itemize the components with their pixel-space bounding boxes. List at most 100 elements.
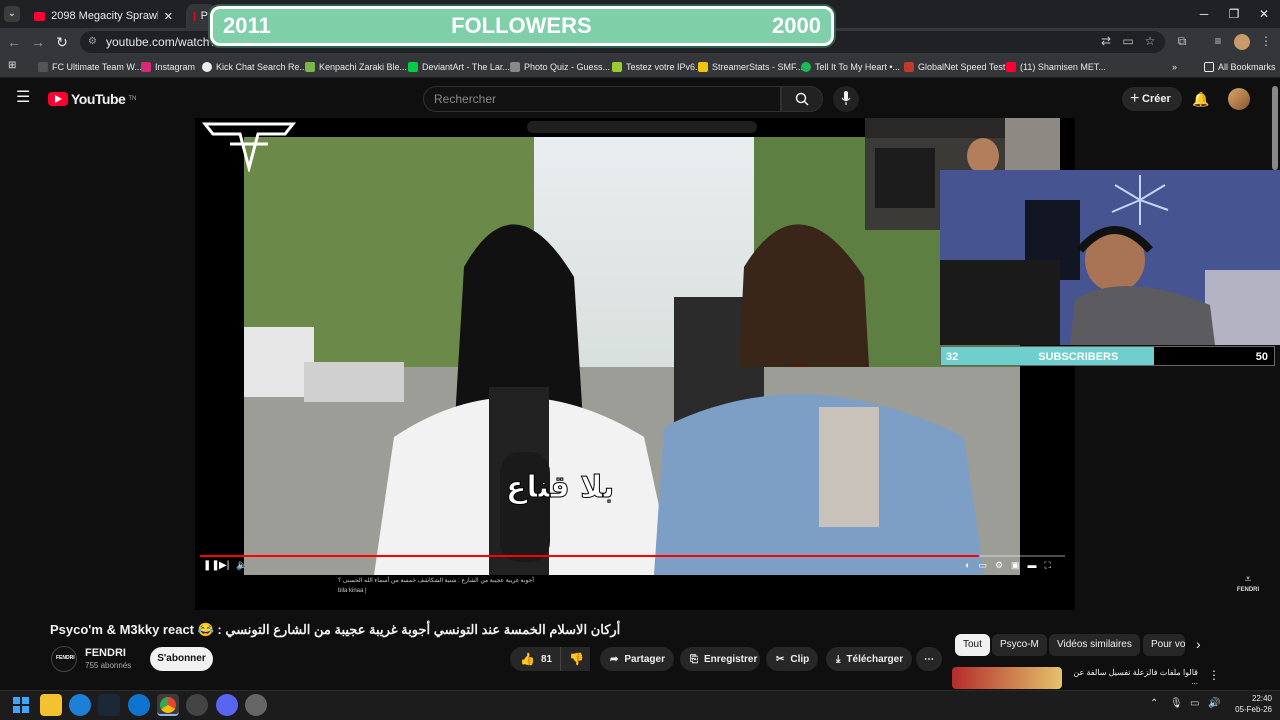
chip-related[interactable]: Vidéos similaires	[1049, 634, 1140, 656]
bookmark-item[interactable]: (11) Shamisen MET...	[1006, 58, 1106, 76]
tab-search-icon[interactable]: ⌄	[4, 6, 20, 22]
mic-tray-icon[interactable]: 🎙	[1170, 698, 1183, 709]
video-subtitle: بلا قناع	[506, 470, 614, 505]
fullscreen-icon[interactable]: ⛶	[1045, 560, 1051, 572]
steam-icon[interactable]	[98, 694, 120, 716]
bookmark-item[interactable]: StreamerStats - SMF...	[698, 58, 803, 76]
theater-icon[interactable]: ▬	[1028, 560, 1037, 572]
recommended-more-icon[interactable]: ⋮	[1208, 668, 1220, 682]
app-icon[interactable]	[128, 694, 150, 716]
save-button[interactable]: ⎘ Enregistrer	[680, 647, 760, 671]
followers-current: 2011	[223, 13, 271, 38]
page-scrollbar[interactable]	[1272, 86, 1278, 170]
forward-icon[interactable]: →	[28, 32, 48, 52]
fendri-mark-icon: ⩡	[1244, 572, 1252, 586]
share-button[interactable]: ➦ Partager	[600, 647, 674, 671]
speaker-icon[interactable]: 🔊	[1208, 698, 1220, 709]
captions-icon[interactable]: ▭	[978, 560, 987, 572]
network-icon[interactable]: ▭	[1190, 698, 1199, 709]
profile-avatar[interactable]	[1234, 34, 1250, 50]
notifications-bell-icon[interactable]: 🔔	[1192, 91, 1209, 107]
thumbs-up-icon: 👍	[520, 652, 535, 666]
bookmark-item[interactable]: Tell It To My Heart •...	[801, 58, 900, 76]
system-clock[interactable]: 22:40 05-Feb-26	[1228, 693, 1272, 715]
extensions-icon[interactable]: ⧉	[1174, 33, 1190, 49]
close-tab-icon[interactable]: ✕	[164, 10, 173, 23]
volume-icon[interactable]: 🔈	[236, 560, 248, 571]
inner-channel: bila kinaa |	[338, 588, 367, 594]
pause-icon[interactable]: ❚❚	[203, 560, 220, 571]
youtube-logo[interactable]: YouTube TN	[48, 91, 136, 107]
chip-psyco-m[interactable]: Psyco-M	[992, 634, 1047, 656]
outlook-icon[interactable]	[69, 694, 91, 716]
chip-for-you[interactable]: Pour vo	[1143, 634, 1185, 656]
reload-icon[interactable]: ↻	[52, 32, 72, 52]
create-label: Créer	[1142, 93, 1171, 105]
watermark-text: FENDRI	[1236, 587, 1260, 593]
site-info-icon[interactable]: ⚙	[88, 31, 97, 53]
minimize-icon[interactable]: ─	[1188, 4, 1220, 24]
translate-icon[interactable]: ⇄	[1098, 33, 1114, 49]
download-label: Télécharger	[846, 653, 904, 665]
discord-icon[interactable]	[216, 694, 238, 716]
back-icon[interactable]: ←	[4, 32, 24, 52]
recommended-thumbnail[interactable]	[952, 667, 1062, 689]
download-button[interactable]: ⤓ Télécharger	[826, 647, 912, 671]
subs-goal: 50	[1255, 351, 1268, 363]
chevron-right-icon[interactable]: ›	[1196, 636, 1212, 654]
search-button[interactable]	[781, 86, 823, 112]
youtube-favicon-icon	[194, 11, 195, 21]
video-progress-fill[interactable]	[200, 555, 979, 557]
maximize-icon[interactable]: ❐	[1218, 4, 1250, 24]
subscribe-button[interactable]: S'abonner	[150, 647, 213, 671]
bookmark-item[interactable]: Photo Quiz - Guess...	[510, 58, 610, 76]
search-input[interactable]: Rechercher	[423, 86, 781, 112]
thumbs-down-icon: 👎	[569, 652, 584, 666]
save-bookmark-icon: ⎘	[690, 653, 698, 665]
cast-icon[interactable]: ▭	[1120, 33, 1136, 49]
tab-title: 2098 Megacity Sprawl | Industri	[51, 10, 158, 22]
chrome-icon[interactable]	[157, 694, 179, 716]
autoplay-toggle-icon[interactable]: ◐	[965, 560, 970, 572]
windows-start-icon[interactable]	[13, 697, 29, 713]
tab-megacity[interactable]: 2098 Megacity Sprawl | Industri ✕	[26, 4, 181, 28]
all-bookmarks-label: All Bookmarks	[1218, 62, 1276, 72]
bookmark-item[interactable]: Kenpachi Zaraki Ble...	[305, 58, 407, 76]
inner-search-bar	[527, 121, 757, 133]
bookmark-item[interactable]: GlobalNet Speed Test	[904, 58, 1005, 76]
all-bookmarks[interactable]: All Bookmarks	[1204, 58, 1276, 76]
account-avatar[interactable]	[1228, 88, 1250, 110]
menu-icon[interactable]: ⋮	[1258, 33, 1274, 49]
create-button[interactable]: + Créer	[1122, 87, 1182, 111]
recommended-title[interactable]: قالوا ملفات فالزعلة تفسيل سالفة عن ...	[1068, 668, 1198, 688]
hamburger-menu-icon[interactable]: ☰	[16, 90, 32, 106]
miniplayer-icon[interactable]: ▣	[1011, 560, 1020, 572]
dislike-button[interactable]: 👎	[560, 647, 590, 671]
followers-goal: 2000	[772, 13, 821, 38]
fendri-logo-icon	[201, 122, 297, 172]
next-icon[interactable]: ▶|	[219, 560, 229, 571]
tray-overflow-icon[interactable]: ⌃	[1150, 698, 1158, 709]
bookmark-star-icon[interactable]: ☆	[1142, 33, 1158, 49]
settings-gear-icon[interactable]: ⚙	[995, 560, 1003, 572]
followers-label: FOLLOWERS	[451, 13, 592, 38]
close-window-icon[interactable]: ✕	[1248, 4, 1280, 24]
bookmark-item[interactable]: FC Ultimate Team W...	[38, 58, 142, 76]
channel-avatar[interactable]: FENDRI	[51, 646, 77, 672]
obs-icon[interactable]	[186, 694, 208, 716]
bookmark-label: Instagram	[155, 62, 196, 72]
chip-all[interactable]: Tout	[955, 634, 990, 656]
bookmark-item[interactable]: Instagram	[141, 58, 195, 76]
bookmark-item[interactable]: Testez votre IPv6.	[612, 58, 698, 76]
voice-search-button[interactable]	[833, 86, 859, 112]
clip-button[interactable]: ✂ Clip	[766, 647, 818, 671]
bookmarks-overflow-icon[interactable]: »	[1172, 58, 1177, 76]
more-actions-button[interactable]: ⋯	[916, 647, 942, 671]
channel-name[interactable]: FENDRI	[85, 647, 126, 659]
apps-grid-icon[interactable]: ⊞	[8, 61, 18, 71]
bookmark-item[interactable]: DeviantArt - The Lar...	[408, 58, 510, 76]
file-explorer-icon[interactable]	[40, 694, 62, 716]
reading-list-icon[interactable]: ≡	[1210, 33, 1226, 49]
settings-app-icon[interactable]	[245, 694, 267, 716]
bookmark-item[interactable]: Kick Chat Search Re...	[202, 58, 307, 76]
